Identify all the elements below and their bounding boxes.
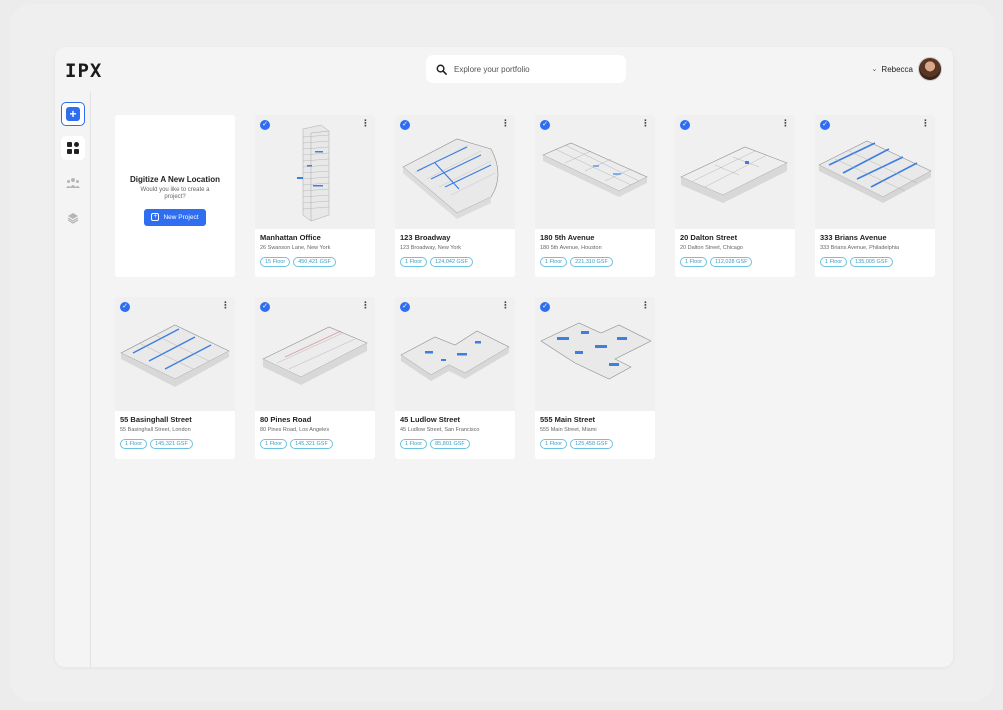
more-options-icon[interactable]: ⋮: [221, 301, 230, 310]
more-options-icon[interactable]: ⋮: [501, 119, 510, 128]
more-options-icon[interactable]: ⋮: [501, 301, 510, 310]
gsf-badge: 450,421 GSF: [293, 257, 336, 267]
floor-count-badge: 1 Floor: [820, 257, 848, 267]
sidebar-item-add[interactable]: +: [61, 102, 85, 126]
new-project-button[interactable]: + New Project: [144, 208, 206, 226]
layers-icon: [67, 213, 79, 224]
project-title: 55 Basinghall Street: [120, 415, 192, 424]
project-title: Manhattan Office: [260, 233, 321, 242]
project-card[interactable]: ✓ ⋮ 80 Pines Road 80 Pines Road, Los Ang…: [255, 297, 375, 459]
project-thumbnail: ✓ ⋮: [115, 297, 235, 411]
floor-count-badge: 1 Floor: [680, 257, 708, 267]
project-address: 180 5th Avenue, Houston: [540, 245, 602, 251]
search-icon: [436, 64, 447, 75]
gsf-badge: 124,042 GSF: [430, 257, 473, 267]
more-options-icon[interactable]: ⋮: [361, 119, 370, 128]
chevron-down-icon: ⌄: [871, 66, 878, 73]
sidebar-item-portfolio[interactable]: [61, 136, 85, 160]
user-name: Rebecca: [881, 64, 913, 74]
floor-count-badge: 1 Floor: [540, 257, 568, 267]
grid-icon: [67, 142, 79, 154]
search-bar[interactable]: [426, 55, 626, 83]
project-address: 555 Main Street, Miami: [540, 427, 597, 433]
sidebar-item-layers[interactable]: [61, 206, 85, 230]
floor-count-badge: 1 Floor: [260, 439, 288, 449]
project-thumbnail: ✓ ⋮: [535, 115, 655, 229]
floor-count-badge: 1 Floor: [540, 439, 568, 449]
project-thumbnail: ✓ ⋮: [815, 115, 935, 229]
project-thumbnail: ✓ ⋮: [255, 297, 375, 411]
project-thumbnail: ✓ ⋮: [255, 115, 375, 229]
gsf-badge: 221,310 GSF: [570, 257, 613, 267]
project-card[interactable]: ✓ ⋮ 55 Basinghall Street 55 Basinghall S…: [115, 297, 235, 459]
check-icon[interactable]: ✓: [540, 302, 550, 312]
new-project-button-label: New Project: [163, 213, 199, 221]
project-address: 80 Pines Road, Los Angeles: [260, 427, 330, 433]
check-icon[interactable]: ✓: [400, 302, 410, 312]
avatar[interactable]: [918, 57, 942, 81]
project-title: 555 Main Street: [540, 415, 596, 424]
check-icon[interactable]: ✓: [680, 120, 690, 130]
floor-count-badge: 1 Floor: [400, 439, 428, 449]
top-bar: IPX ⌄ Rebecca: [55, 47, 953, 92]
project-thumbnail: ✓ ⋮: [395, 115, 515, 229]
project-card[interactable]: ✓ ⋮ Manhattan Office 26 Swanson Lane, Ne…: [255, 115, 375, 277]
gsf-badge: 145,321 GSF: [150, 439, 193, 449]
project-title: 20 Dalton Street: [680, 233, 738, 242]
plus-icon: +: [66, 107, 80, 121]
check-icon[interactable]: ✓: [260, 120, 270, 130]
project-card[interactable]: ✓ ⋮ 333 Brians Avenue 333 Brians Avenue,…: [815, 115, 935, 277]
project-title: 45 Ludlow Street: [400, 415, 461, 424]
project-title: 180 5th Avenue: [540, 233, 595, 242]
project-title: 123 Broadway: [400, 233, 451, 242]
app-window: IPX ⌄ Rebecca +: [55, 47, 953, 667]
more-options-icon[interactable]: ⋮: [781, 119, 790, 128]
project-card[interactable]: ✓ ⋮ 123 Broadway 123 Broadway, New York …: [395, 115, 515, 277]
project-address: 45 Ludlow Street, San Francisco: [400, 427, 480, 433]
floor-count-badge: 15 Floor: [260, 257, 291, 267]
project-thumbnail: ✓ ⋮: [535, 297, 655, 411]
project-thumbnail: ✓ ⋮: [675, 115, 795, 229]
project-card[interactable]: ✓ ⋮ 555 Main Street 555 Main Street, Mia…: [535, 297, 655, 459]
check-icon[interactable]: ✓: [260, 302, 270, 312]
project-address: 26 Swanson Lane, New York: [260, 245, 331, 251]
search-input[interactable]: [454, 64, 614, 74]
check-icon[interactable]: ✓: [540, 120, 550, 130]
project-card[interactable]: ✓ ⋮ 180 5th Avenue 180 5th Avenue, Houst…: [535, 115, 655, 277]
gsf-badge: 85,801 GSF: [430, 439, 470, 449]
more-options-icon[interactable]: ⋮: [641, 119, 650, 128]
floor-count-badge: 1 Floor: [400, 257, 428, 267]
project-title: 333 Brians Avenue: [820, 233, 887, 242]
check-icon[interactable]: ✓: [400, 120, 410, 130]
plus-icon: +: [151, 213, 160, 221]
user-menu[interactable]: ⌄ Rebecca: [872, 56, 942, 82]
floor-count-badge: 1 Floor: [120, 439, 148, 449]
gsf-badge: 145,321 GSF: [290, 439, 333, 449]
project-address: 55 Basinghall Street, London: [120, 427, 191, 433]
project-card[interactable]: ✓ ⋮ 20 Dalton Street 20 Dalton Street, C…: [675, 115, 795, 277]
new-project-title: Digitize A New Location: [129, 174, 221, 184]
sidebar: +: [55, 92, 91, 667]
project-address: 20 Dalton Street, Chicago: [680, 245, 743, 251]
check-icon[interactable]: ✓: [820, 120, 830, 130]
gsf-badge: 112,028 GSF: [710, 257, 753, 267]
project-address: 333 Brians Avenue, Philadelphia: [820, 245, 900, 251]
sidebar-item-team[interactable]: [61, 171, 85, 195]
check-icon[interactable]: ✓: [120, 302, 130, 312]
gsf-badge: 125,458 GSF: [570, 439, 613, 449]
project-title: 80 Pines Road: [260, 415, 312, 424]
gsf-badge: 135,005 GSF: [850, 257, 893, 267]
more-options-icon[interactable]: ⋮: [361, 301, 370, 310]
more-options-icon[interactable]: ⋮: [921, 119, 930, 128]
project-address: 123 Broadway, New York: [400, 245, 462, 251]
more-options-icon[interactable]: ⋮: [641, 301, 650, 310]
app-logo[interactable]: IPX: [65, 60, 102, 82]
users-icon: [66, 178, 80, 188]
project-thumbnail: ✓ ⋮: [395, 297, 515, 411]
project-card[interactable]: ✓ ⋮ 45 Ludlow Street 45 Ludlow Street, S…: [395, 297, 515, 459]
new-project-subtitle: Would you like to create a project?: [140, 186, 210, 200]
new-project-card: Digitize A New Location Would you like t…: [115, 115, 235, 277]
